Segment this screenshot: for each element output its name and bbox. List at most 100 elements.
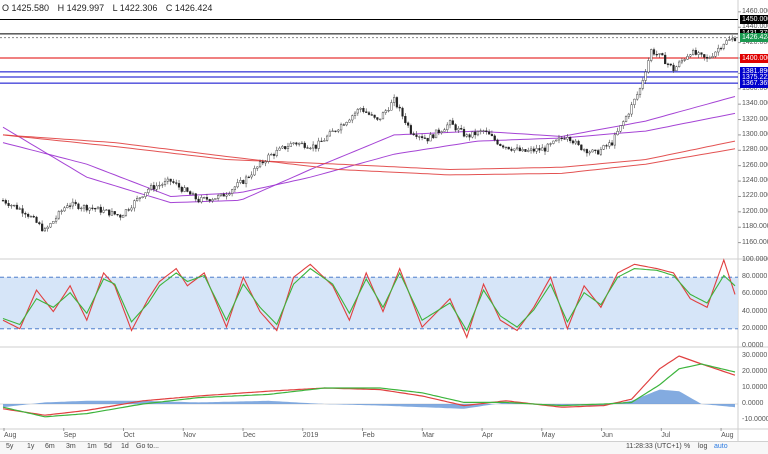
price-tick-label: 1260.000: [742, 161, 768, 169]
oscillator-tick-label: 40.0000: [742, 307, 768, 315]
x-axis-label: Jun: [601, 432, 613, 439]
candle-body: [583, 149, 586, 151]
oscillator-tick-label: 20.0000: [742, 324, 768, 332]
candle-body: [24, 212, 27, 215]
candle-body: [510, 148, 513, 151]
candle-body: [731, 38, 734, 40]
candle-body: [256, 166, 259, 169]
candle-body: [339, 124, 343, 131]
candle-body: [166, 178, 169, 182]
candle-body: [502, 145, 505, 148]
range-button-6m[interactable]: 6m: [45, 443, 55, 450]
candle-body: [594, 149, 597, 151]
candle-body: [203, 197, 206, 199]
candle-body: [490, 134, 494, 137]
range-button-5y[interactable]: 5y: [6, 443, 13, 450]
log-toggle[interactable]: log: [698, 443, 707, 450]
candle-body: [80, 207, 83, 210]
candle-body: [105, 209, 108, 211]
range-button-1y[interactable]: 1y: [27, 443, 34, 450]
candle-body: [488, 131, 491, 135]
range-button-3m[interactable]: 3m: [66, 443, 76, 450]
x-axis-label: May: [541, 432, 556, 439]
candle-body: [599, 149, 602, 155]
candle-body: [21, 208, 24, 214]
candle-body: [314, 144, 318, 149]
percent-toggle[interactable]: %: [684, 443, 690, 450]
candle-body: [608, 142, 611, 147]
candle-body: [60, 210, 63, 212]
range-button-1m[interactable]: 1m: [87, 443, 97, 450]
candle-body: [264, 161, 267, 164]
macd-tick-label: 10.0000: [742, 384, 768, 391]
candle-body: [577, 140, 580, 146]
trading-chart[interactable]: [0, 0, 768, 453]
candle-body: [52, 221, 55, 224]
candle-body: [236, 182, 239, 188]
price-tick-label: 1200.000: [742, 207, 768, 215]
candle-body: [122, 215, 125, 218]
candle-body: [689, 54, 692, 57]
range-button-1d[interactable]: 1d: [121, 443, 129, 450]
candle-body: [591, 149, 594, 153]
candle-body: [384, 110, 387, 113]
candle-body: [284, 146, 287, 150]
price-level-badge: 1367.365: [740, 78, 768, 88]
candle-body: [708, 57, 711, 59]
candle-body: [96, 206, 100, 210]
x-axis-label: Oct: [123, 432, 135, 439]
candle-body: [610, 142, 614, 146]
candle-body: [527, 150, 530, 152]
candle-body: [18, 208, 21, 210]
candle-body: [331, 130, 334, 132]
candle-body: [499, 143, 502, 146]
candle-body: [175, 182, 178, 184]
candle-body: [569, 136, 572, 142]
candle-body: [613, 134, 616, 146]
candle-body: [448, 120, 452, 126]
candle-body: [566, 136, 569, 140]
candle-body: [147, 188, 150, 193]
candle-body: [474, 131, 477, 136]
candle-body: [641, 80, 644, 89]
candle-body: [563, 138, 566, 140]
candle-body: [348, 119, 351, 123]
candle-body: [437, 129, 440, 133]
candle-body: [571, 140, 575, 144]
candle-body: [515, 147, 519, 150]
candle-body: [362, 108, 365, 112]
macd-tick-label: 0.0000: [742, 400, 764, 407]
chart-canvas[interactable]: [0, 0, 768, 453]
candle-body: [312, 144, 315, 149]
candle-body: [300, 142, 304, 145]
candle-body: [560, 137, 563, 139]
macd-tick-label: 20.0000: [742, 368, 768, 375]
candle-body: [647, 60, 650, 73]
candle-body: [54, 217, 58, 222]
candle-body: [714, 51, 717, 57]
candle-body: [49, 223, 52, 228]
ohlc-open: O 1425.580: [2, 3, 50, 13]
candle-body: [476, 131, 480, 136]
auto-toggle[interactable]: auto: [714, 443, 728, 450]
candle-body: [351, 115, 354, 121]
candle-body: [124, 209, 128, 216]
candle-body: [27, 213, 30, 217]
candle-body: [155, 185, 158, 190]
candle-body: [239, 180, 242, 183]
candle-body: [555, 139, 558, 142]
candle-body: [177, 183, 181, 188]
candle-body: [717, 47, 720, 53]
x-axis-label: 2019: [302, 432, 319, 439]
candle-body: [141, 196, 144, 198]
oscillator-tick-label: 100.0000: [742, 256, 768, 263]
goto-button[interactable]: Go to...: [136, 443, 159, 450]
candle-body: [113, 211, 116, 215]
range-button-5d[interactable]: 5d: [104, 443, 112, 450]
candle-body: [440, 131, 443, 133]
candle-body: [636, 94, 639, 100]
candle-body: [258, 161, 262, 168]
candle-body: [272, 154, 276, 156]
candle-body: [228, 193, 231, 196]
candle-body: [616, 131, 619, 136]
